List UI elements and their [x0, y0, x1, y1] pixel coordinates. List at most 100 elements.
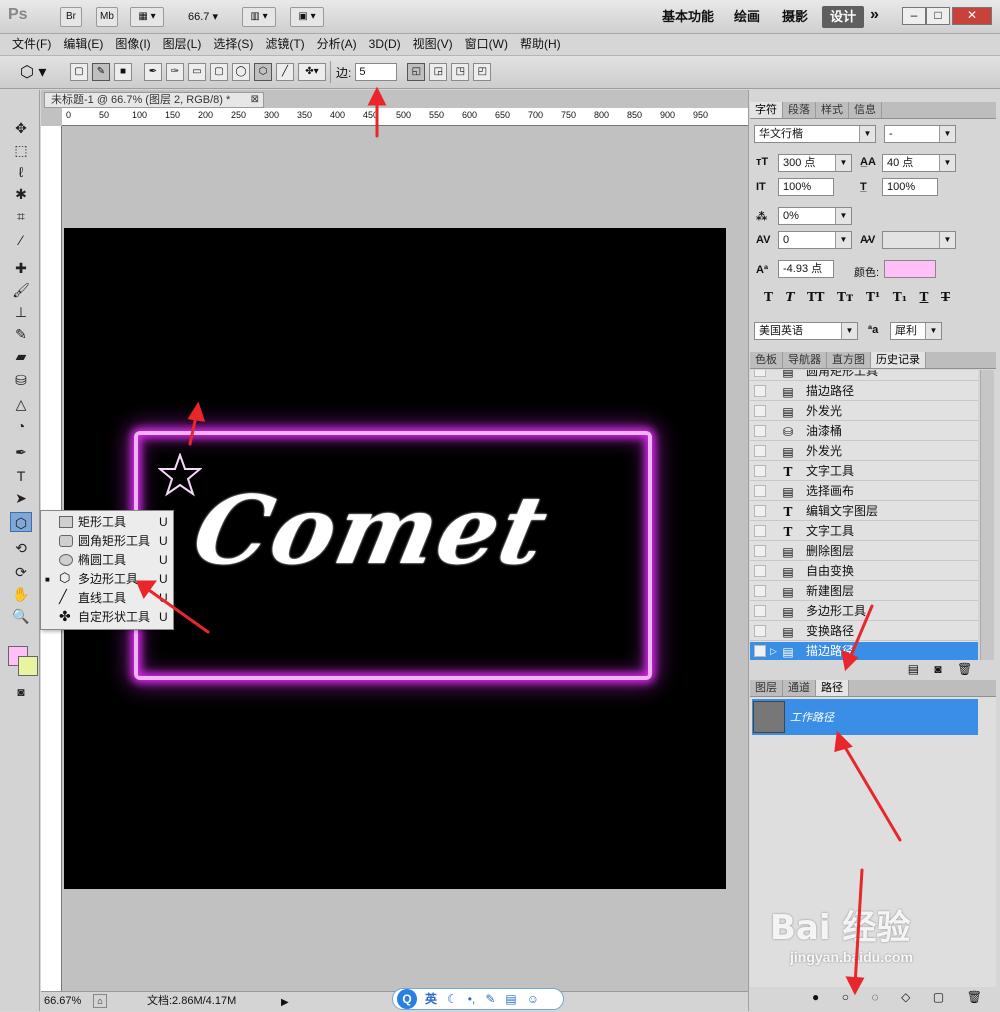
- baseline-shift-field[interactable]: -4.93 点: [778, 260, 834, 278]
- flyout-line-tool[interactable]: ╱ 直线工具 U: [41, 589, 173, 608]
- tab-paragraph[interactable]: 段落: [783, 102, 816, 118]
- sides-input[interactable]: 5: [355, 63, 398, 81]
- dodge-tool-icon[interactable]: ◔: [10, 416, 32, 436]
- tab-histogram[interactable]: 直方图: [827, 352, 871, 368]
- tab-character[interactable]: 字符: [750, 102, 783, 118]
- history-brush-source-checkbox[interactable]: [754, 565, 766, 577]
- history-brush-source-checkbox[interactable]: [754, 425, 766, 437]
- vertical-scale-field[interactable]: 100%: [778, 178, 834, 196]
- tab-paths[interactable]: 路径: [816, 680, 849, 696]
- trash-icon[interactable]: 🗑: [967, 990, 982, 1004]
- ime-skin-icon[interactable]: ▤: [505, 989, 516, 1009]
- history-brush-source-checkbox[interactable]: [754, 465, 766, 477]
- status-zoom[interactable]: 66.67%: [44, 992, 81, 1010]
- fill-pixels-icon[interactable]: ■: [114, 63, 132, 81]
- fill-path-icon[interactable]: ●: [812, 990, 819, 1004]
- language-select[interactable]: 美国英语 ▼: [754, 322, 858, 340]
- move-tool-icon[interactable]: ✥: [10, 118, 32, 138]
- polygon-tool-icon[interactable]: ⬡: [10, 512, 32, 532]
- brush-tool-icon[interactable]: 🖌: [10, 280, 32, 300]
- menu-image[interactable]: 图像(I): [109, 34, 156, 54]
- flyout-ellipse-tool[interactable]: 椭圆工具 U: [41, 551, 173, 570]
- menu-filter[interactable]: 滤镜(T): [259, 34, 310, 54]
- history-item[interactable]: ▤ 圆角矩形工具: [750, 370, 978, 381]
- eraser-tool-icon[interactable]: ▰: [10, 346, 32, 366]
- blur-tool-icon[interactable]: △: [10, 394, 32, 414]
- history-brush-source-checkbox[interactable]: [754, 405, 766, 417]
- make-work-path-icon[interactable]: ◇: [901, 990, 910, 1004]
- screen-mode-button[interactable]: ▣ ▾: [290, 7, 324, 27]
- history-brush-source-checkbox[interactable]: [754, 445, 766, 457]
- zoom-level-dropdown[interactable]: 66.7 ▾: [188, 10, 218, 23]
- history-item[interactable]: ▤ 多边形工具: [750, 602, 978, 621]
- tool-preset-picker[interactable]: ⬡ ▾: [20, 62, 60, 82]
- load-path-selection-icon[interactable]: ◌: [872, 990, 879, 1004]
- tab-navigator[interactable]: 导航器: [783, 352, 827, 368]
- pen-tool-icon[interactable]: ✒: [10, 442, 32, 462]
- history-brush-source-checkbox[interactable]: [754, 485, 766, 497]
- tab-history[interactable]: 历史记录: [871, 352, 926, 368]
- history-brush-source-checkbox[interactable]: [754, 385, 766, 397]
- subscript-button[interactable]: T₁: [893, 290, 907, 304]
- sogou-ime-icon[interactable]: Q: [397, 989, 417, 1009]
- maximize-icon[interactable]: □: [926, 7, 950, 25]
- font-size-field[interactable]: 300 点 ▼: [778, 154, 852, 172]
- 3d-orbit-icon[interactable]: ⟳: [10, 562, 32, 582]
- workspace-photography[interactable]: 摄影: [774, 6, 816, 28]
- add-to-shape-icon[interactable]: ◲: [429, 63, 448, 81]
- history-brush-source-checkbox[interactable]: [754, 645, 766, 657]
- status-menu-arrow-icon[interactable]: ▶: [281, 994, 289, 1012]
- flyout-rounded-rectangle-tool[interactable]: 圆角矩形工具 U: [41, 532, 173, 551]
- menu-view[interactable]: 视图(V): [407, 34, 459, 54]
- document-tab[interactable]: 未标题-1 @ 66.7% (图层 2, RGB/8) * ⊠: [44, 92, 264, 108]
- subtract-shape-icon[interactable]: ◳: [451, 63, 470, 81]
- lasso-tool-icon[interactable]: ℓ: [10, 162, 32, 182]
- new-shape-area-icon[interactable]: ◱: [407, 63, 426, 81]
- font-style-select[interactable]: - ▼: [884, 125, 956, 143]
- eyedropper-icon[interactable]: ⁄: [10, 230, 32, 250]
- history-brush-source-checkbox[interactable]: [754, 545, 766, 557]
- superscript-button[interactable]: T¹: [866, 290, 880, 304]
- line-tool-icon[interactable]: ╱: [276, 63, 294, 81]
- workspace-essentials[interactable]: 基本功能: [654, 6, 722, 28]
- menu-3d[interactable]: 3D(D): [363, 34, 407, 54]
- history-item[interactable]: ▤ 自由变换: [750, 562, 978, 581]
- hand-tool-icon[interactable]: ✋: [10, 584, 32, 604]
- history-brush-source-checkbox[interactable]: [754, 505, 766, 517]
- new-snapshot-icon[interactable]: ◙: [934, 662, 941, 676]
- font-family-select[interactable]: 华文行楷 ▼: [754, 125, 876, 143]
- history-brush-source-checkbox[interactable]: [754, 525, 766, 537]
- faux-bold-button[interactable]: T: [764, 290, 773, 304]
- quick-mask-icon[interactable]: ◙: [10, 682, 32, 702]
- 3d-rotate-icon[interactable]: ⟲: [10, 538, 32, 558]
- background-color-swatch[interactable]: [18, 656, 38, 676]
- work-path-row[interactable]: 工作路径: [752, 699, 978, 735]
- more-workspaces-icon[interactable]: »: [870, 6, 879, 24]
- history-item[interactable]: T 文字工具: [750, 522, 978, 541]
- freeform-pen-icon[interactable]: ✑: [166, 63, 184, 81]
- strikethrough-button[interactable]: T: [941, 290, 950, 304]
- history-item[interactable]: ▤ 新建图层: [750, 582, 978, 601]
- history-item[interactable]: ▤ 外发光: [750, 442, 978, 461]
- close-document-icon[interactable]: ⊠: [251, 93, 259, 107]
- antialias-select[interactable]: 犀利 ▼: [890, 322, 942, 340]
- tsume-field[interactable]: 0% ▼: [778, 207, 852, 225]
- tracking-field[interactable]: ▼: [882, 231, 956, 249]
- history-item[interactable]: T 编辑文字图层: [750, 502, 978, 521]
- tab-styles[interactable]: 样式: [816, 102, 849, 118]
- tab-layers[interactable]: 图层: [750, 680, 783, 696]
- type-tool-icon[interactable]: T: [10, 466, 32, 486]
- history-brush-source-checkbox[interactable]: [754, 605, 766, 617]
- rounded-rectangle-icon[interactable]: ▢: [210, 63, 228, 81]
- minimize-icon[interactable]: –: [902, 7, 926, 25]
- intersect-shape-icon[interactable]: ◰: [473, 63, 492, 81]
- pen-tool-icon[interactable]: ✒: [144, 63, 162, 81]
- tab-swatches[interactable]: 色板: [750, 352, 783, 368]
- menu-help[interactable]: 帮助(H): [514, 34, 567, 54]
- close-icon[interactable]: ✕: [952, 7, 992, 25]
- clone-stamp-icon[interactable]: ⊥: [10, 302, 32, 322]
- menu-layer[interactable]: 图层(L): [157, 34, 208, 54]
- crop-tool-icon[interactable]: ⌗: [10, 206, 32, 226]
- kerning-field[interactable]: 0 ▼: [778, 231, 852, 249]
- tab-channels[interactable]: 通道: [783, 680, 816, 696]
